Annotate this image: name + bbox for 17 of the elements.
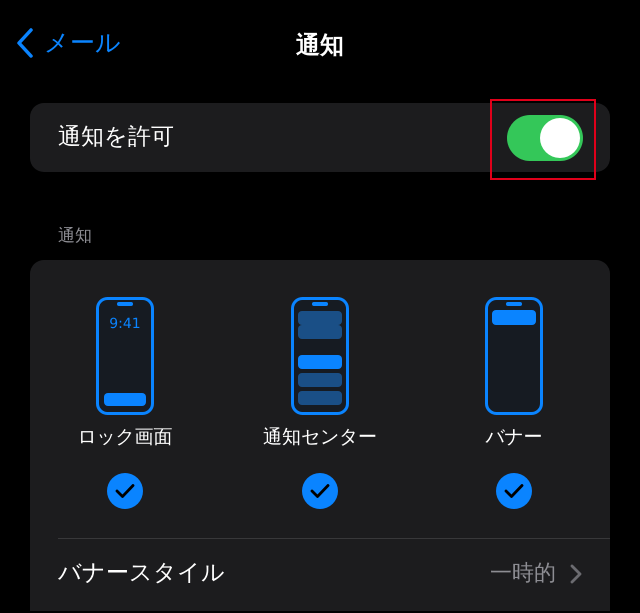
toggle-switch[interactable] bbox=[507, 114, 583, 160]
setting-label: 通知を許可 bbox=[58, 123, 174, 152]
option-label: 通知センター bbox=[263, 424, 377, 450]
setting-value: 一時的 bbox=[490, 560, 556, 588]
back-button[interactable]: メール bbox=[16, 24, 121, 62]
back-chevron-icon bbox=[16, 26, 34, 59]
chevron-icon bbox=[570, 564, 582, 584]
option-label: バナー bbox=[486, 424, 542, 450]
phone-illustration[interactable] bbox=[485, 296, 543, 414]
option-label: ロック画面 bbox=[78, 424, 172, 450]
phone-illustration[interactable] bbox=[291, 296, 349, 414]
clock-time: 9:41 bbox=[109, 316, 141, 332]
list-row[interactable]: バナースタイル 一時的 bbox=[30, 538, 610, 608]
section-header: 通知 bbox=[58, 225, 93, 248]
screen-title: 通知 bbox=[296, 30, 344, 61]
setting-label: バナースタイル bbox=[58, 559, 225, 588]
phone-illustration[interactable]: 9:41 bbox=[96, 296, 154, 414]
